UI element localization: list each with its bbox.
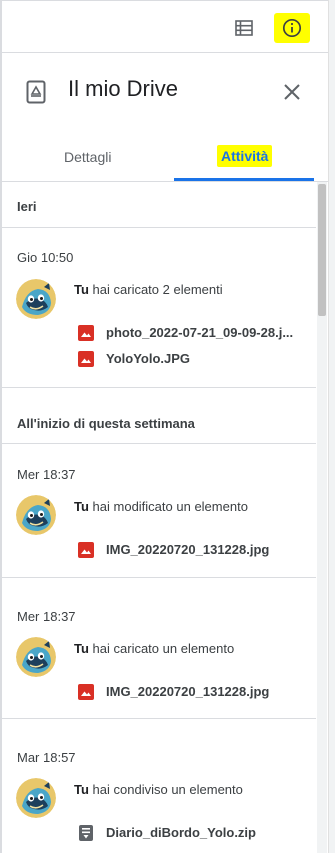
file-name: IMG_20220720_131228.jpg [106,542,270,557]
panel-title: Il mio Drive [68,76,179,101]
tab-details-label: Dettagli [64,149,112,165]
section-header: All'inizio di questa settimana [2,388,316,444]
section-header: Ieri [2,182,316,228]
info-button[interactable] [274,13,310,43]
activity-action: hai caricato 2 elementi [92,282,223,297]
tab-activity[interactable]: Attività [174,128,314,182]
activity-action: hai modificato un elemento [92,499,248,514]
activity-timestamp: Mer 18:37 [17,467,76,482]
panel-tabs: Dettagli Attività [2,128,328,182]
activity-item: Gio 10:50 Tu hai caricato 2 elementi pho… [2,228,316,388]
activity-description: Tu hai modificato un elemento [74,499,248,514]
active-tab-indicator [174,178,314,181]
activity-item: Mer 18:37 Tu hai caricato un elemento IM… [2,578,316,719]
activity-actor: Tu [74,282,89,297]
file-link[interactable]: photo_2022-07-21_09-09-28.j... [78,323,310,343]
image-file-icon [78,684,94,700]
file-name: IMG_20220720_131228.jpg [106,684,270,699]
file-name: YoloYolo.JPG [106,351,191,366]
activity-scrollbar[interactable] [317,182,327,853]
avatar [16,495,56,535]
image-file-icon [78,542,94,558]
file-name: photo_2022-07-21_09-09-28.j... [106,325,294,340]
file-name: Diario_diBordo_Yolo.zip [106,825,256,840]
activity-timestamp: Mer 18:37 [17,609,76,624]
file-link[interactable]: YoloYolo.JPG [78,349,310,369]
window-edge-right [328,0,335,853]
activity-action: hai condiviso un elemento [92,782,243,797]
activity-item: Mer 18:37 Tu hai modificato un elemento … [2,444,316,578]
activity-timestamp: Mar 18:57 [17,750,76,765]
close-icon[interactable] [282,82,302,102]
avatar [16,637,56,677]
activity-actor: Tu [74,499,89,514]
activity-feed[interactable]: Ieri Gio 10:50 Tu hai caricato 2 element… [2,182,316,853]
info-icon [282,18,302,38]
activity-item: Mar 18:57 Tu hai condiviso un elemento D… [2,719,316,853]
file-link[interactable]: IMG_20220720_131228.jpg [78,540,310,560]
activity-description: Tu hai condiviso un elemento [74,782,243,797]
activity-action: hai caricato un elemento [92,641,235,656]
avatar [16,778,56,818]
file-link[interactable]: IMG_20220720_131228.jpg [78,682,310,702]
activity-description: Tu hai caricato 2 elementi [74,282,223,297]
drive-icon [26,80,46,104]
tab-activity-label: Attività [217,145,273,167]
activity-actor: Tu [74,782,89,797]
activity-timestamp: Gio 10:50 [17,250,74,265]
zip-file-icon [78,825,94,841]
details-panel-header: Il mio Drive [2,54,328,128]
avatar [16,279,56,319]
activity-description: Tu hai caricato un elemento [74,641,234,656]
image-file-icon [78,351,94,367]
top-toolbar [2,0,328,53]
image-file-icon [78,325,94,341]
activity-actor: Tu [74,641,89,656]
tab-details[interactable]: Dettagli [2,128,174,182]
list-view-icon[interactable] [233,17,255,39]
scrollbar-thumb[interactable] [318,184,326,316]
file-link[interactable]: Diario_diBordo_Yolo.zip [78,823,310,843]
